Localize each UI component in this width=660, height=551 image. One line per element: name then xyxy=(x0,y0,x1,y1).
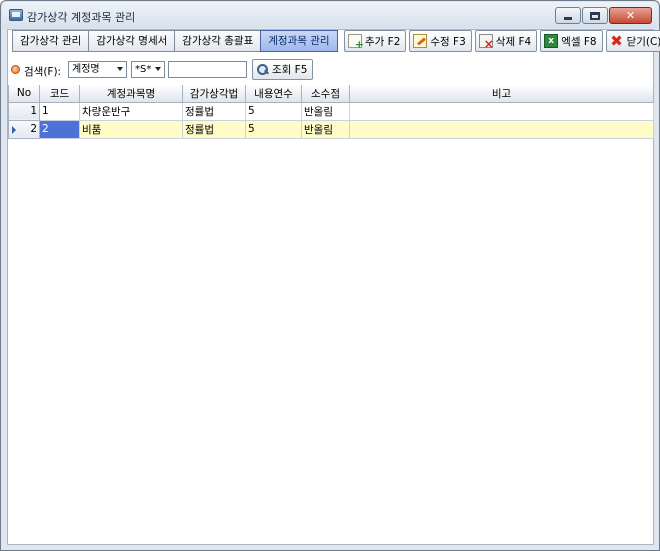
search-label: 검색(F): xyxy=(24,66,62,78)
tab-depreciation-management[interactable]: 감가상각 관리 xyxy=(12,30,89,52)
delete-icon xyxy=(478,34,494,51)
title-bar[interactable]: 감가상각 계정과목 관리 ✕ xyxy=(2,2,658,28)
column-header-method[interactable]: 감가상각법 xyxy=(182,85,246,103)
query-button-label: 조회 F5 xyxy=(272,64,308,76)
cell-useful-life[interactable]: 5 xyxy=(245,101,302,121)
maximize-icon xyxy=(590,11,600,20)
add-button[interactable]: 추가 F2 xyxy=(344,30,407,52)
cell-account-name[interactable]: 차량운반구 xyxy=(79,101,183,121)
search-input[interactable] xyxy=(168,61,247,78)
table-header-row: No 코드 계정과목명 감가상각법 내용연수 소수점 비고 xyxy=(8,85,654,103)
search-icon xyxy=(256,63,269,76)
search-field-select[interactable]: 계정명 xyxy=(68,61,127,78)
column-header-no[interactable]: No xyxy=(8,85,40,103)
close-button[interactable]: ✖ 닫기(C) xyxy=(605,30,660,52)
delete-button-label: 삭제 F4 xyxy=(495,35,532,48)
close-window-button[interactable]: ✕ xyxy=(609,7,652,24)
column-header-decimal[interactable]: 소수점 xyxy=(301,85,350,103)
edit-button-label: 수정 F3 xyxy=(430,35,466,48)
cell-no-value: 2 xyxy=(30,123,37,135)
close-icon: ✕ xyxy=(625,9,636,22)
cell-no: 2 xyxy=(8,119,40,139)
cell-no: 1 xyxy=(8,101,40,121)
search-match-select[interactable]: *S* xyxy=(131,61,165,78)
close-button-label: 닫기(C) xyxy=(626,35,660,48)
minimize-button[interactable] xyxy=(555,7,581,24)
chevron-down-icon xyxy=(155,67,161,71)
table-row[interactable]: 1 1 차량운반구 정률법 5 반올림 xyxy=(8,101,654,121)
cell-method[interactable]: 정률법 xyxy=(182,119,246,139)
delete-button[interactable]: 삭제 F4 xyxy=(474,30,538,52)
row-pointer-icon xyxy=(12,125,16,134)
cell-method[interactable]: 정률법 xyxy=(182,101,246,121)
search-match-value: *S* xyxy=(135,64,152,75)
search-bullet-icon xyxy=(11,65,20,74)
tab-account-management[interactable]: 계정과목 관리 xyxy=(260,30,338,52)
cell-code[interactable]: 2 xyxy=(39,119,80,139)
window-title: 감가상각 계정과목 관리 xyxy=(27,11,136,24)
tab-strip: 감가상각 관리 감가상각 명세서 감가상각 총괄표 계정과목 관리 xyxy=(12,30,338,54)
chevron-down-icon xyxy=(117,67,123,71)
app-icon xyxy=(9,9,23,21)
tab-depreciation-statement[interactable]: 감가상각 명세서 xyxy=(88,30,175,52)
add-button-label: 추가 F2 xyxy=(365,35,401,48)
content-area: 감가상각 관리 감가상각 명세서 감가상각 총괄표 계정과목 관리 추가 F2 … xyxy=(7,29,660,545)
search-field-value: 계정명 xyxy=(72,64,100,75)
query-button[interactable]: 조회 F5 xyxy=(252,59,314,80)
edit-icon xyxy=(413,34,428,48)
cell-note[interactable] xyxy=(349,119,654,139)
close-x-icon: ✖ xyxy=(610,32,623,50)
edit-button[interactable]: 수정 F3 xyxy=(409,30,472,52)
account-grid: No 코드 계정과목명 감가상각법 내용연수 소수점 비고 1 1 차량운반구 xyxy=(8,85,654,139)
tab-depreciation-summary[interactable]: 감가상각 총괄표 xyxy=(174,30,261,52)
add-icon xyxy=(348,34,364,51)
cell-decimal[interactable]: 반올림 xyxy=(301,101,350,121)
cell-note[interactable] xyxy=(349,101,654,121)
column-header-code[interactable]: 코드 xyxy=(39,85,80,103)
column-header-note[interactable]: 비고 xyxy=(349,85,654,103)
minimize-icon xyxy=(564,17,572,20)
search-bar: 검색(F): 계정명 *S* 조회 F5 xyxy=(8,58,653,82)
window-controls: ✕ xyxy=(555,7,652,24)
maximize-button[interactable] xyxy=(582,7,608,24)
table-row-selected[interactable]: 2 2 비품 정률법 5 반올림 xyxy=(8,119,654,139)
cell-decimal[interactable]: 반올림 xyxy=(301,119,350,139)
main-window: 감가상각 계정과목 관리 ✕ 감가상각 관리 감가상각 명세서 감가상각 총괄표… xyxy=(0,0,660,551)
account-table: No 코드 계정과목명 감가상각법 내용연수 소수점 비고 1 1 차량운반구 xyxy=(8,85,654,139)
excel-button[interactable]: x 엑셀 F8 xyxy=(540,30,603,52)
excel-icon: x xyxy=(544,34,559,48)
column-header-useful-life[interactable]: 내용연수 xyxy=(245,85,302,103)
cell-code[interactable]: 1 xyxy=(39,101,80,121)
cell-account-name[interactable]: 비품 xyxy=(79,119,183,139)
action-toolbar: 추가 F2 수정 F3 삭제 F4 x 엑셀 F8 ✖ 닫기(C) xyxy=(344,30,660,52)
cell-useful-life[interactable]: 5 xyxy=(245,119,302,139)
column-header-account-name[interactable]: 계정과목명 xyxy=(79,85,183,103)
excel-button-label: 엑셀 F8 xyxy=(561,35,597,48)
